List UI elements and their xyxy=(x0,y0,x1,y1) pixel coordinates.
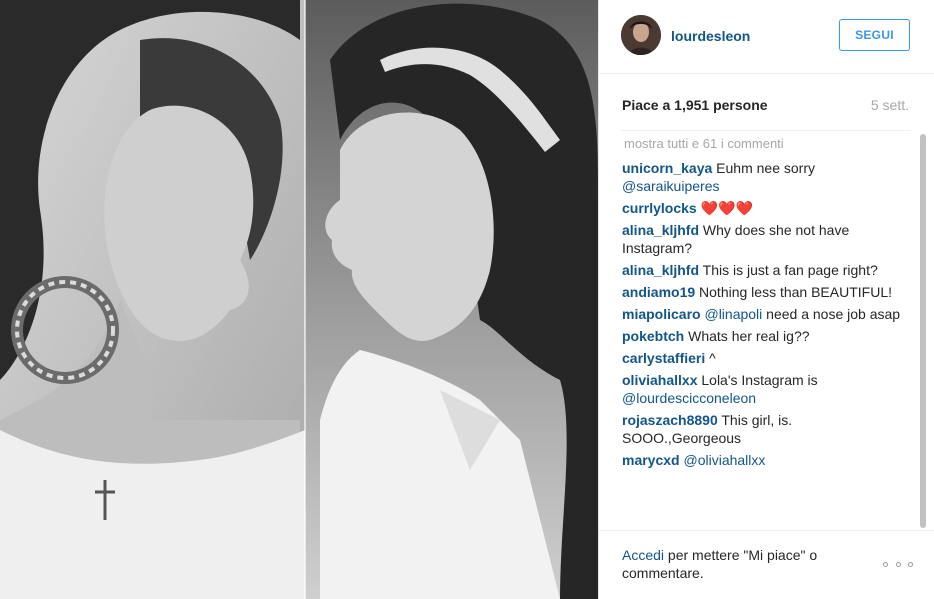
login-link[interactable]: Accedi xyxy=(622,547,664,563)
more-options-button[interactable] xyxy=(883,557,913,571)
more-dot-icon xyxy=(895,561,901,567)
scrollbar-thumb[interactable] xyxy=(920,134,926,528)
comment-mention[interactable]: @lourdescicconeleon xyxy=(622,390,756,406)
follow-button[interactable]: SEGUI xyxy=(839,19,910,51)
comment-text: Euhm nee sorry xyxy=(712,160,815,176)
post-header: lourdesleon SEGUI xyxy=(599,0,934,74)
comment-item: alina_kljhfd Why does she not have Insta… xyxy=(622,221,907,257)
post-time[interactable]: 5 sett. xyxy=(871,97,909,113)
likes-row: Piace a 1,951 persone 5 sett. xyxy=(599,74,934,130)
comment-item: rojaszach8890 This girl, is. SOOO.,Georg… xyxy=(622,411,907,447)
comment-item: andiamo19 Nothing less than BEAUTIFUL! xyxy=(622,283,907,301)
avatar-image-icon xyxy=(621,15,661,55)
comment-username[interactable]: alina_kljhfd xyxy=(622,222,699,238)
post-photo[interactable] xyxy=(0,0,598,599)
comments-scrollbar[interactable] xyxy=(918,134,928,528)
more-dot-icon xyxy=(883,561,888,567)
comment-mention[interactable]: @oliviahallxx xyxy=(680,452,765,468)
more-dot-icon xyxy=(908,561,913,567)
comment-mention[interactable]: @linapoli xyxy=(701,306,762,322)
comment-item: alina_kljhfd This is just a fan page rig… xyxy=(622,261,907,279)
comment-text: need a nose job asap xyxy=(762,306,901,322)
comment-mention[interactable]: @saraikuiperes xyxy=(622,178,719,194)
comment-text: ^ xyxy=(705,350,716,366)
comment-text: This is just a fan page right? xyxy=(699,262,878,278)
comment-text: ❤️❤️❤️ xyxy=(696,200,753,216)
comment-text: Whats her real ig?? xyxy=(684,328,810,344)
comment-username[interactable]: miapolicaro xyxy=(622,306,701,322)
login-prompt: Accedi per mettere "Mi piace" o commenta… xyxy=(622,546,852,582)
username[interactable]: lourdesleon xyxy=(671,28,750,44)
comment-text: Nothing less than BEAUTIFUL! xyxy=(695,284,893,300)
comment-item: currlylocks ❤️❤️❤️ xyxy=(622,199,907,217)
divider xyxy=(621,130,911,131)
comment-username[interactable]: carlystaffieri xyxy=(622,350,705,366)
comment-username[interactable]: unicorn_kaya xyxy=(622,160,712,176)
comment-item: unicorn_kaya Euhm nee sorry @saraikuiper… xyxy=(622,159,907,195)
load-more-comments-link[interactable]: mostra tutti e 61 i commenti xyxy=(622,135,907,159)
comment-username[interactable]: alina_kljhfd xyxy=(622,262,699,278)
comment-username[interactable]: currlylocks xyxy=(622,200,697,216)
post-footer: Accedi per mettere "Mi piace" o commenta… xyxy=(599,530,934,599)
likes-count[interactable]: Piace a 1,951 persone xyxy=(622,97,768,113)
comment-text: Lola's Instagram is xyxy=(697,372,818,388)
photo-image xyxy=(0,0,598,599)
comment-username[interactable]: marycxd xyxy=(622,452,680,468)
comment-username[interactable]: andiamo19 xyxy=(622,284,695,300)
comment-username[interactable]: rojaszach8890 xyxy=(622,412,718,428)
avatar[interactable] xyxy=(621,15,661,55)
comment-username[interactable]: oliviahallxx xyxy=(622,372,697,388)
comment-item: miapolicaro @linapoli need a nose job as… xyxy=(622,305,907,323)
comment-item: carlystaffieri ^ xyxy=(622,349,907,367)
comments-list: mostra tutti e 61 i commenti unicorn_kay… xyxy=(622,135,907,530)
comment-item: pokebtch Whats her real ig?? xyxy=(622,327,907,345)
post-sidebar: lourdesleon SEGUI Piace a 1,951 persone … xyxy=(598,0,934,599)
comment-item: marycxd @oliviahallxx xyxy=(622,451,907,469)
comment-item: oliviahallxx Lola's Instagram is @lourde… xyxy=(622,371,907,407)
comment-username[interactable]: pokebtch xyxy=(622,328,684,344)
